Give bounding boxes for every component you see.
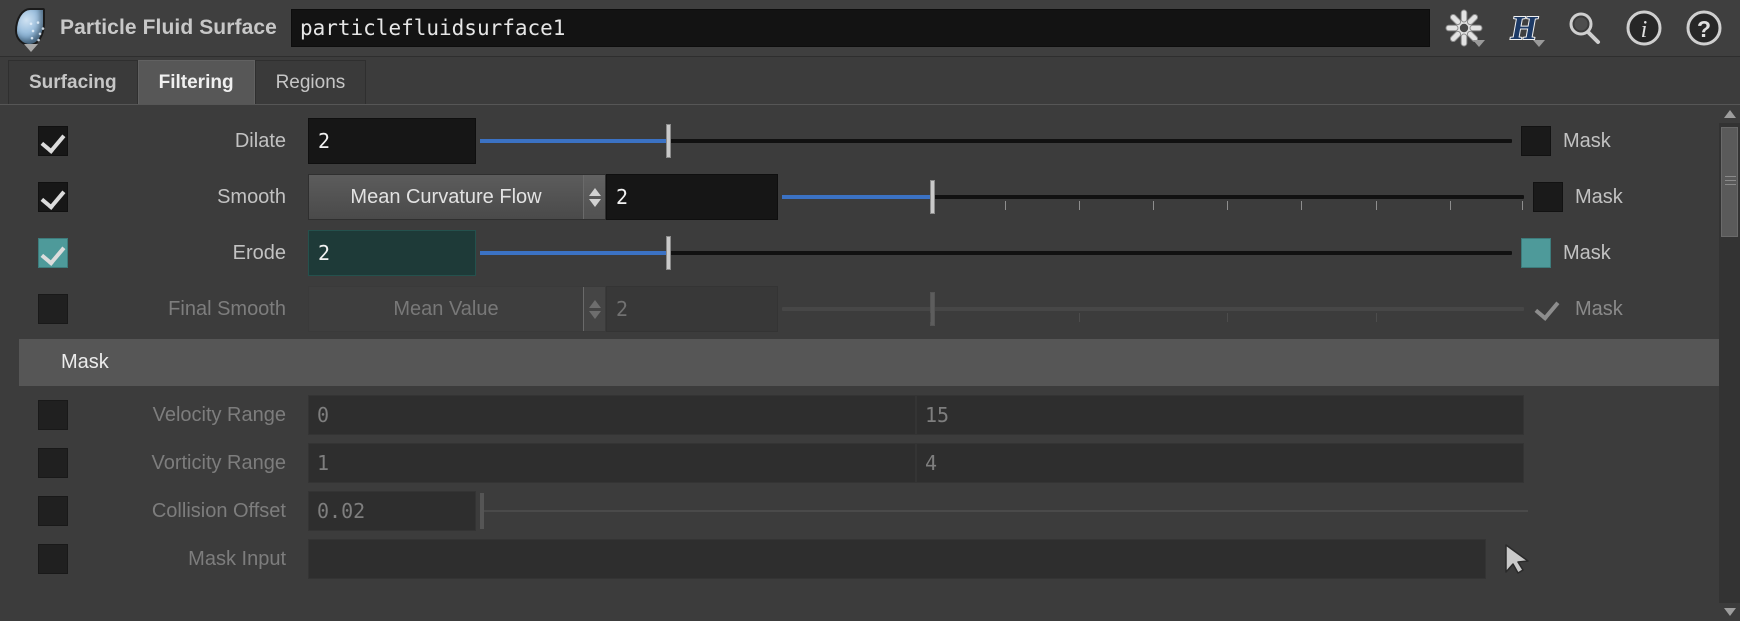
dilate-mask-checkbox[interactable] bbox=[1521, 126, 1551, 156]
mask-section-header[interactable]: Mask bbox=[19, 339, 1719, 386]
dilate-enable-checkbox[interactable] bbox=[38, 126, 68, 156]
velocity-range-label: Velocity Range bbox=[152, 403, 286, 426]
erode-enable-checkbox[interactable] bbox=[38, 238, 68, 268]
erode-mask-checkbox[interactable] bbox=[1521, 238, 1551, 268]
tab-regions-label: Regions bbox=[275, 71, 346, 93]
param-row-final-smooth: Final Smooth Mean Value 2 Mask bbox=[0, 281, 1719, 337]
vorticity-range-checkbox[interactable] bbox=[38, 448, 68, 478]
title-bar: Particle Fluid Surface particlefluidsurf… bbox=[0, 0, 1740, 57]
vertical-scrollbar[interactable] bbox=[1719, 105, 1740, 621]
erode-slider-handle[interactable] bbox=[665, 236, 671, 270]
scroll-up-arrow-icon[interactable] bbox=[1719, 105, 1740, 123]
droplet-particles bbox=[27, 19, 47, 43]
velocity-range-min-input[interactable]: 0 bbox=[308, 395, 916, 435]
velocity-range-checkbox[interactable] bbox=[38, 400, 68, 430]
smooth-slider[interactable] bbox=[782, 174, 1524, 220]
mask-input-label: Mask Input bbox=[188, 547, 286, 570]
parameter-list: Dilate 2 Mask Smooth Mean Curvature Flow… bbox=[0, 105, 1719, 621]
final-smooth-method-stepper-icon[interactable] bbox=[583, 287, 605, 331]
titlebar-icon-group: H i ? bbox=[1444, 8, 1724, 48]
gear-menu-caret-icon[interactable] bbox=[1473, 40, 1485, 47]
dilate-value-input[interactable]: 2 bbox=[308, 118, 476, 164]
final-smooth-mask-label: Mask bbox=[1575, 297, 1623, 320]
final-smooth-slider-fill bbox=[782, 307, 930, 311]
erode-slider[interactable] bbox=[480, 230, 1512, 276]
dilate-mask-label: Mask bbox=[1563, 129, 1611, 152]
search-icon[interactable] bbox=[1564, 8, 1604, 48]
tab-bar: Surfacing Filtering Regions bbox=[0, 57, 1740, 105]
param-row-smooth: Smooth Mean Curvature Flow 2 Mask bbox=[0, 169, 1719, 225]
collision-offset-label: Collision Offset bbox=[151, 499, 286, 522]
param-row-mask-input: Mask Input bbox=[0, 535, 1719, 583]
dilate-slider-fill bbox=[480, 139, 666, 143]
collision-offset-checkbox[interactable] bbox=[38, 496, 68, 526]
particle-fluid-surface-node-icon bbox=[8, 5, 54, 52]
scrollbar-grip-icon bbox=[1725, 176, 1736, 177]
mask-input-field[interactable] bbox=[308, 539, 1486, 579]
final-smooth-mask-checkbox[interactable] bbox=[1533, 294, 1563, 324]
vorticity-range-label: Vorticity Range bbox=[151, 451, 286, 474]
mask-section-title: Mask bbox=[61, 351, 109, 373]
smooth-mask-checkbox[interactable] bbox=[1533, 182, 1563, 212]
smooth-enable-checkbox[interactable] bbox=[38, 182, 68, 212]
smooth-slider-ticks bbox=[782, 201, 1524, 211]
velocity-range-max-input[interactable]: 15 bbox=[916, 395, 1524, 435]
final-smooth-enable-checkbox[interactable] bbox=[38, 294, 68, 324]
smooth-method-dropdown[interactable]: Mean Curvature Flow bbox=[308, 174, 606, 220]
collision-offset-slider-track bbox=[480, 510, 1528, 512]
help-icon[interactable]: ? bbox=[1684, 8, 1724, 48]
smooth-slider-fill bbox=[782, 195, 931, 199]
param-row-collision-offset: Collision Offset 0.02 bbox=[0, 487, 1719, 535]
smooth-method-stepper-icon[interactable] bbox=[583, 175, 605, 219]
final-smooth-method-value: Mean Value bbox=[393, 297, 499, 320]
smooth-mask-label: Mask bbox=[1575, 185, 1623, 208]
collision-offset-slider-handle[interactable] bbox=[480, 493, 484, 529]
dilate-slider[interactable] bbox=[480, 118, 1512, 164]
final-smooth-label: Final Smooth bbox=[168, 297, 286, 320]
smooth-label: Smooth bbox=[217, 185, 286, 208]
final-smooth-slider[interactable] bbox=[782, 286, 1524, 332]
houdini-h-icon[interactable]: H bbox=[1504, 8, 1545, 48]
erode-value-input[interactable]: 2 bbox=[308, 230, 476, 276]
scroll-down-arrow-icon[interactable] bbox=[1719, 603, 1740, 621]
param-row-velocity-range: Velocity Range 0 15 bbox=[0, 391, 1719, 439]
erode-slider-fill bbox=[480, 251, 666, 255]
smooth-method-value: Mean Curvature Flow bbox=[350, 185, 542, 208]
erode-mask-label: Mask bbox=[1563, 241, 1611, 264]
vorticity-range-max-input[interactable]: 4 bbox=[916, 443, 1524, 483]
final-smooth-slider-ticks bbox=[782, 313, 1524, 323]
gear-icon[interactable] bbox=[1444, 8, 1485, 48]
svg-text:i: i bbox=[1641, 17, 1648, 43]
tab-filtering[interactable]: Filtering bbox=[137, 60, 255, 104]
collision-offset-slider[interactable] bbox=[480, 491, 1528, 531]
scrollbar-thumb[interactable] bbox=[1721, 127, 1738, 237]
tab-surfacing-label: Surfacing bbox=[29, 71, 117, 93]
erode-label: Erode bbox=[232, 241, 286, 264]
mask-input-pick-pointer-icon[interactable] bbox=[1500, 542, 1534, 576]
tab-surfacing[interactable]: Surfacing bbox=[8, 60, 138, 104]
param-row-dilate: Dilate 2 Mask bbox=[0, 113, 1719, 169]
dilate-label: Dilate bbox=[234, 129, 286, 152]
final-smooth-method-dropdown[interactable]: Mean Value bbox=[308, 286, 606, 332]
node-menu-caret-icon[interactable] bbox=[24, 44, 38, 52]
smooth-value-input[interactable]: 2 bbox=[606, 174, 778, 220]
svg-text:?: ? bbox=[1697, 16, 1711, 42]
vorticity-range-min-input[interactable]: 1 bbox=[308, 443, 916, 483]
mask-input-checkbox[interactable] bbox=[38, 544, 68, 574]
droplet-shape bbox=[15, 8, 47, 46]
param-row-vorticity-range: Vorticity Range 1 4 bbox=[0, 439, 1719, 487]
info-icon[interactable]: i bbox=[1624, 8, 1664, 48]
houdini-menu-caret-icon[interactable] bbox=[1533, 40, 1545, 47]
dilate-slider-handle[interactable] bbox=[665, 124, 671, 158]
param-row-erode: Erode 2 Mask bbox=[0, 225, 1719, 281]
tab-filtering-label: Filtering bbox=[158, 71, 234, 93]
tab-regions[interactable]: Regions bbox=[254, 60, 367, 104]
node-name-input[interactable]: particlefluidsurface1 bbox=[290, 9, 1430, 47]
node-type-title: Particle Fluid Surface bbox=[60, 16, 277, 39]
final-smooth-value-input[interactable]: 2 bbox=[606, 286, 778, 332]
collision-offset-input[interactable]: 0.02 bbox=[308, 491, 476, 531]
